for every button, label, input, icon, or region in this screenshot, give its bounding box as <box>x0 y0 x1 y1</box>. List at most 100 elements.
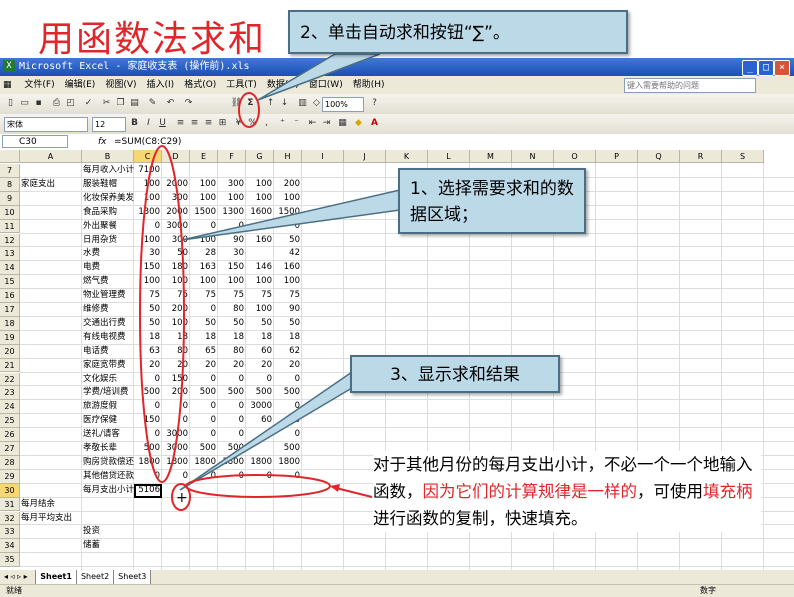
cell-g22[interactable]: 0 <box>246 373 274 387</box>
row-header-26[interactable]: 26 <box>0 428 20 442</box>
cell-g20[interactable]: 60 <box>246 345 274 359</box>
cell-e8[interactable]: 100 <box>190 178 218 192</box>
cell-h14[interactable]: 160 <box>274 261 302 275</box>
row-header-25[interactable]: 25 <box>0 414 20 429</box>
format-painter-icon[interactable]: ✎ <box>146 97 159 110</box>
cell-e28[interactable]: 1800 <box>190 456 218 470</box>
fill-color-icon[interactable]: ◆ <box>352 117 365 130</box>
cell-e16[interactable]: 75 <box>190 289 218 303</box>
copy-icon[interactable]: ❐ <box>114 97 127 110</box>
cell-d19[interactable]: 18 <box>162 331 190 345</box>
cell-g18[interactable]: 50 <box>246 317 274 331</box>
cell-f22[interactable]: 0 <box>218 373 246 387</box>
cell-g12[interactable]: 160 <box>246 234 274 248</box>
cell-h23[interactable]: 500 <box>274 386 302 400</box>
cell-c29[interactable]: 0 <box>134 470 162 484</box>
cell-d13[interactable]: 50 <box>162 247 190 261</box>
cell-g16[interactable]: 75 <box>246 289 274 303</box>
column-header-c[interactable]: C <box>134 150 162 163</box>
decrease-indent-icon[interactable]: ⇤ <box>306 117 319 130</box>
cell-g23[interactable]: 500 <box>246 386 274 400</box>
cell-g15[interactable]: 100 <box>246 275 274 289</box>
underline-icon[interactable]: U <box>156 117 169 130</box>
chart-wizard-icon[interactable]: ▥ <box>296 97 309 110</box>
cell-h22[interactable]: 0 <box>274 373 302 387</box>
row-header-29[interactable]: 29 <box>0 469 20 484</box>
cell-h9[interactable]: 100 <box>274 192 302 206</box>
cell-e26[interactable]: 0 <box>190 428 218 442</box>
sort-ascending-icon[interactable]: ↑ <box>264 97 277 110</box>
increase-decimal-icon[interactable]: ⁺ <box>276 117 289 130</box>
column-header-h[interactable]: H <box>274 150 302 163</box>
cell-f18[interactable]: 50 <box>218 317 246 331</box>
cell-h29[interactable]: 0 <box>274 470 302 484</box>
cell-d11[interactable]: 3000 <box>162 220 190 234</box>
cell-g29[interactable]: 0 <box>246 470 274 484</box>
menu-item-1[interactable]: 编辑(E) <box>65 80 96 90</box>
cell-a31[interactable]: 每月结余 <box>21 498 131 512</box>
close-button[interactable]: × <box>774 60 790 76</box>
currency-icon[interactable]: ¥ <box>232 117 245 130</box>
row-header-14[interactable]: 14 <box>0 261 20 276</box>
cell-g19[interactable]: 18 <box>246 331 274 345</box>
cell-d26[interactable]: 3000 <box>162 428 190 442</box>
cell-c13[interactable]: 30 <box>134 247 162 261</box>
cell-h10[interactable]: 1500 <box>274 206 302 220</box>
cell-c15[interactable]: 100 <box>134 275 162 289</box>
row-header-34[interactable]: 34 <box>0 539 20 554</box>
cell-h19[interactable]: 18 <box>274 331 302 345</box>
cell-d14[interactable]: 180 <box>162 261 190 275</box>
column-header-r[interactable]: R <box>680 150 722 163</box>
cell-c22[interactable]: 0 <box>134 373 162 387</box>
row-header-35[interactable]: 35 <box>0 553 20 568</box>
cell-d21[interactable]: 20 <box>162 359 190 373</box>
align-right-icon[interactable]: ≡ <box>202 117 215 130</box>
maximize-button[interactable]: □ <box>758 60 774 76</box>
cell-h24[interactable]: 0 <box>274 400 302 414</box>
cell-c8[interactable]: 100 <box>134 178 162 192</box>
cell-c21[interactable]: 20 <box>134 359 162 373</box>
row-header-9[interactable]: 9 <box>0 191 20 206</box>
cell-e23[interactable]: 500 <box>190 386 218 400</box>
cell-e11[interactable]: 0 <box>190 220 218 234</box>
cell-d23[interactable]: 200 <box>162 386 190 400</box>
font-color-icon[interactable]: A <box>368 117 381 130</box>
cell-f15[interactable]: 100 <box>218 275 246 289</box>
cell-d9[interactable]: 300 <box>162 192 190 206</box>
column-header-a[interactable]: A <box>20 150 82 163</box>
print-preview-icon[interactable]: ◰ <box>64 97 77 110</box>
column-header-l[interactable]: L <box>428 150 470 163</box>
cell-d27[interactable]: 3000 <box>162 442 190 456</box>
row-header-30[interactable]: 30 <box>0 483 20 498</box>
cell-f24[interactable]: 0 <box>218 400 246 414</box>
row-header-10[interactable]: 10 <box>0 205 20 220</box>
save-icon[interactable]: ▪ <box>32 97 45 110</box>
cell-g21[interactable]: 20 <box>246 359 274 373</box>
cell-e24[interactable]: 0 <box>190 400 218 414</box>
cell-h8[interactable]: 200 <box>274 178 302 192</box>
row-header-8[interactable]: 8 <box>0 177 20 192</box>
row-header-7[interactable]: 7 <box>0 164 20 178</box>
sort-descending-icon[interactable]: ↓ <box>278 97 291 110</box>
column-header-q[interactable]: Q <box>638 150 680 163</box>
percent-icon[interactable]: % <box>246 117 259 130</box>
column-header-n[interactable]: N <box>512 150 554 163</box>
cell-c23[interactable]: 500 <box>134 386 162 400</box>
row-header-15[interactable]: 15 <box>0 275 20 290</box>
cell-f23[interactable]: 500 <box>218 386 246 400</box>
column-header-s[interactable]: S <box>722 150 764 163</box>
cell-e12[interactable]: 100 <box>190 234 218 248</box>
sheet-tab-sheet2[interactable]: Sheet2 <box>75 570 115 585</box>
font-size-select[interactable]: 12 <box>92 117 126 132</box>
cell-e27[interactable]: 500 <box>190 442 218 456</box>
cell-f13[interactable]: 30 <box>218 247 246 261</box>
row-header-18[interactable]: 18 <box>0 316 20 331</box>
column-header-o[interactable]: O <box>554 150 596 163</box>
menu-item-2[interactable]: 视图(V) <box>105 80 136 90</box>
align-center-icon[interactable]: ≡ <box>188 117 201 130</box>
minimize-button[interactable]: _ <box>742 60 758 76</box>
row-header-22[interactable]: 22 <box>0 372 20 387</box>
cell-h15[interactable]: 100 <box>274 275 302 289</box>
help-icon[interactable]: ? <box>368 97 381 110</box>
row-header-13[interactable]: 13 <box>0 247 20 262</box>
